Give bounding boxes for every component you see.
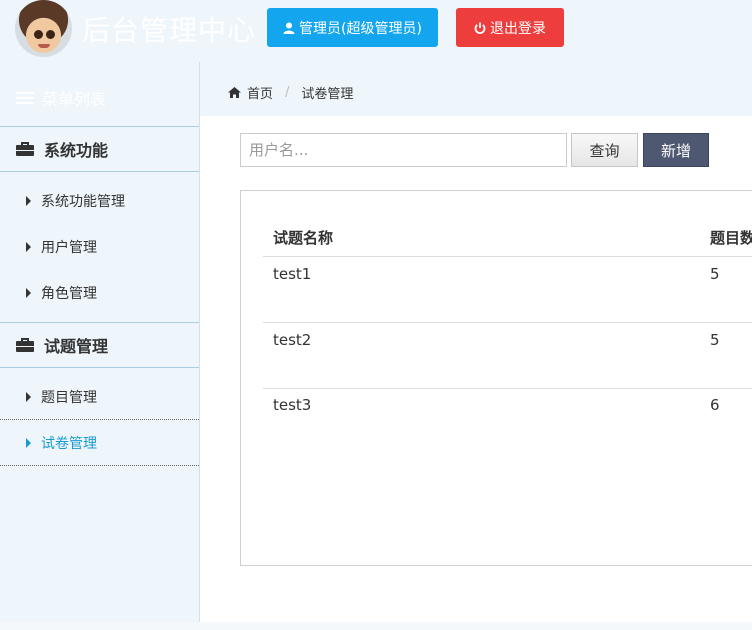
app-title: 后台管理中心: [82, 14, 257, 47]
sidebar-item-label: 用户管理: [41, 240, 97, 256]
avatar: [15, 0, 72, 57]
table-row[interactable]: test3 6: [263, 388, 752, 454]
main-content: 查询 新增 试题名称 题目数 test1 5 test2 5 test3 6: [200, 116, 752, 622]
table-cell: test1: [273, 265, 312, 283]
table-cell: test2: [273, 331, 312, 349]
sidebar-group-system[interactable]: 系统功能: [0, 126, 199, 172]
table-row[interactable]: test2 5: [263, 323, 752, 389]
table-cell: 5: [710, 265, 720, 283]
caret-right-icon: [26, 437, 31, 448]
briefcase-icon: [16, 142, 34, 156]
breadcrumb-home[interactable]: 首页: [247, 83, 273, 102]
power-icon: [474, 22, 486, 34]
briefcase-icon: [16, 338, 34, 352]
logout-button-label: 退出登录: [490, 20, 546, 37]
menu-title: 菜单列表: [16, 86, 106, 110]
admin-button[interactable]: 管理员(超级管理员): [267, 8, 438, 47]
caret-right-icon: [26, 196, 31, 206]
table-cell: 5: [710, 331, 720, 349]
search-input[interactable]: [240, 133, 567, 167]
sidebar-item-label: 系统功能管理: [41, 194, 125, 210]
menu-list-icon: [16, 92, 34, 104]
sidebar-item-question-manage[interactable]: 题目管理: [0, 374, 199, 420]
caret-right-icon: [26, 288, 31, 298]
header: 后台管理中心 管理员(超级管理员) 退出登录: [0, 0, 752, 62]
sidebar-item-label: 试卷管理: [41, 435, 97, 452]
admin-button-label: 管理员(超级管理员): [299, 20, 422, 37]
logout-button[interactable]: 退出登录: [456, 8, 564, 47]
sidebar-item-label: 题目管理: [41, 389, 97, 406]
caret-right-icon: [26, 242, 31, 252]
sidebar-group-label: 试题管理: [44, 337, 109, 356]
home-icon: [228, 86, 241, 98]
sidebar-item-paper-manage[interactable]: 试卷管理: [0, 420, 199, 466]
table-row[interactable]: test1 5: [263, 257, 752, 323]
breadcrumb: 首页 / 试卷管理: [228, 82, 353, 102]
breadcrumb-separator: /: [285, 84, 290, 100]
table-cell: test3: [273, 396, 312, 414]
menu-title-label: 菜单列表: [42, 90, 107, 109]
caret-right-icon: [26, 391, 31, 402]
column-header: 题目数: [710, 229, 752, 247]
breadcrumb-current: 试卷管理: [301, 86, 354, 102]
add-button[interactable]: 新增: [643, 133, 709, 167]
user-icon: [283, 22, 295, 34]
sidebar-group-label: 系统功能: [44, 141, 109, 160]
column-header: 试题名称: [273, 229, 334, 247]
sidebar-item-users[interactable]: 用户管理: [0, 224, 199, 270]
bottom-strip: [0, 622, 752, 630]
table-cell: 6: [710, 396, 720, 414]
table-panel: 试题名称 题目数 test1 5 test2 5 test3 6: [240, 190, 752, 566]
sidebar-item-roles[interactable]: 角色管理: [0, 270, 199, 316]
sidebar: 菜单列表 系统功能 系统功能管理 用户管理 角色管理 试题管理 题目管理 试卷管…: [0, 62, 200, 622]
sidebar-group-questions[interactable]: 试题管理: [0, 322, 199, 368]
sidebar-item-label: 角色管理: [41, 286, 97, 302]
sidebar-item-system-function[interactable]: 系统功能管理: [0, 178, 199, 224]
table-header: 试题名称 题目数: [263, 219, 752, 257]
query-button[interactable]: 查询: [571, 133, 638, 167]
